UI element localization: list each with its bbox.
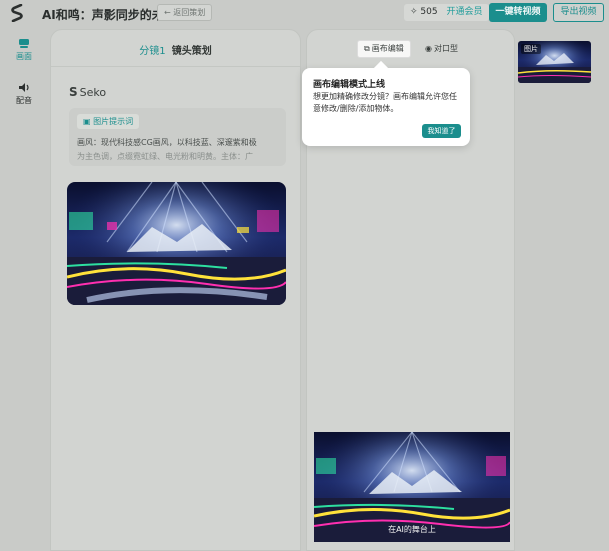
prompt-text: 画风：现代科技感CG画风，以科技蓝、深邃紫和极 为主色调，点缀霓虹绿、电光粉和明… [77,136,281,164]
shot-image[interactable] [67,182,286,305]
preview-video[interactable]: 在AI的舞台上 [314,432,510,542]
project-title: AI和鸣：声影同步的未来 [42,8,176,22]
brand-label: S Seko [69,85,106,99]
panel-title: 分镜1 镜头策划 [51,42,300,57]
thumbnail-label: 图片 [521,44,541,54]
tab-label: 对口型 [433,44,458,53]
tooltip-body: 想更加精确修改分镜？画布编辑允许您任意修改/删除/添加物体。 [313,92,457,113]
sidenav-item-dubbing[interactable]: 配音 [8,82,40,106]
app-logo-icon[interactable] [10,4,24,22]
credits-display[interactable]: ✧ 505 开通会员 [404,4,489,21]
export-video-button[interactable]: 导出视频 [553,3,604,22]
eye-icon: ◉ [425,44,432,53]
image-layers-icon [19,39,29,48]
prompt-line: 画风：现代科技感CG画风，以科技蓝、深邃紫和极 [77,138,257,147]
sidenav-label: 画面 [16,52,32,61]
speaker-icon [19,83,29,92]
canvas-edit-tooltip: 画布编辑模式上线 想更加精确修改分镜？画布编辑允许您任意修改/删除/添加物体。 … [302,60,470,146]
shot-number[interactable]: 分镜1 [139,46,165,57]
credits-value: 505 [420,7,438,17]
prompt-tag-label: 图片提示词 [93,117,134,126]
shot-planning-panel: 分镜1 镜头策划 S Seko ▣ 图片提示词 画风：现代科技感CG画风，以科技蓝… [50,29,301,551]
tab-lip-sync[interactable]: ◉ 对口型 [419,40,464,58]
seko-logo-icon: S [69,85,78,99]
brand-name: Seko [79,86,107,99]
image-icon: ▣ [83,117,94,126]
panel-heading: 镜头策划 [171,46,212,57]
vip-link[interactable]: 开通会员 [446,7,482,17]
divider [51,66,300,67]
credits-gem-icon: ✧ [410,7,418,17]
canvas-edit-icon: ⧉ [364,44,370,53]
top-bar: AI和鸣：声影同步的未来 ← 返回策划 ✧ 505 开通会员 一键转视频 导出视… [0,0,609,26]
tab-canvas-edit[interactable]: ⧉ 画布编辑 [357,40,411,58]
back-to-planning-button[interactable]: ← 返回策划 [157,4,213,21]
shot-thumbnail[interactable]: 图片 [518,41,591,83]
image-prompt-tag[interactable]: ▣ 图片提示词 [77,114,140,129]
video-subtitle: 在AI的舞台上 [388,525,436,534]
prompt-line: 为主色调，点缀霓虹绿、电光粉和明黄。主体：广 [77,152,253,161]
image-prompt-card[interactable]: ▣ 图片提示词 画风：现代科技感CG画风，以科技蓝、深邃紫和极 为主色调，点缀霓… [69,108,286,166]
tab-label: 画布编辑 [371,44,404,53]
sidenav-label: 配音 [16,96,32,105]
got-it-button[interactable]: 我知道了 [422,124,461,138]
sidenav-item-image[interactable]: 画面 [8,38,40,62]
convert-to-video-button[interactable]: 一键转视频 [489,3,547,22]
tooltip-title: 画布编辑模式上线 [313,80,386,90]
